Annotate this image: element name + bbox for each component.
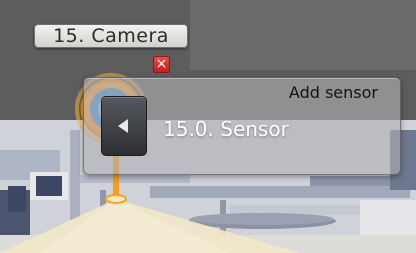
chevron-left-icon xyxy=(118,119,128,133)
add-sensor-panel: Add sensor 15.0. Sensor xyxy=(83,77,401,175)
sensor-item-label[interactable]: 15.0. Sensor xyxy=(163,117,289,141)
back-button[interactable] xyxy=(101,96,147,156)
close-icon[interactable]: × xyxy=(153,56,170,73)
map-view: 15. Camera × Add sensor 15.0. Sensor xyxy=(0,0,416,253)
add-sensor-title: Add sensor xyxy=(288,83,378,102)
camera-name-tag[interactable]: 15. Camera xyxy=(34,24,188,48)
